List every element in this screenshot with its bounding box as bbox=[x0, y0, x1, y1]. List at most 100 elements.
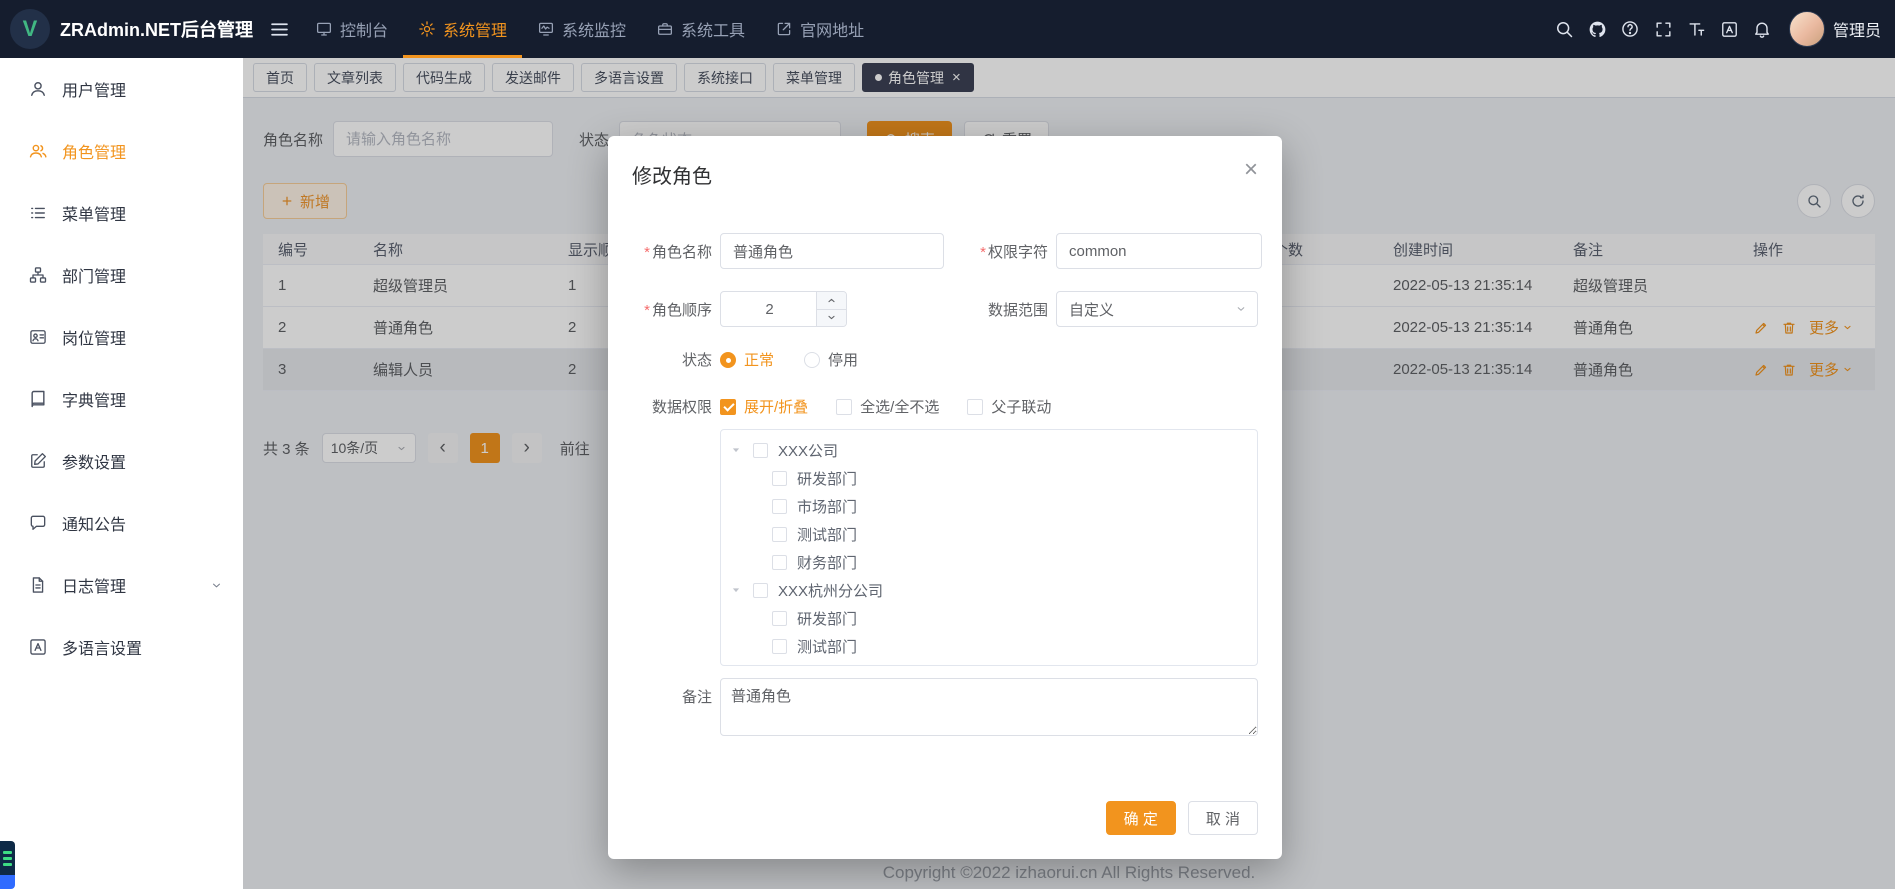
sidebar-item-log-manage[interactable]: 日志管理 bbox=[0, 554, 243, 616]
sidebar-item-dept-manage[interactable]: 部门管理 bbox=[0, 244, 243, 306]
sidebar-item-label: 字典管理 bbox=[62, 387, 126, 411]
step-down-button[interactable] bbox=[817, 310, 846, 327]
tree-node-child[interactable]: 研发部门 bbox=[721, 464, 1257, 492]
dialog-body: *角色名称 *权限字符 *角色顺序 2 数据范围 自定义 bbox=[608, 189, 1282, 736]
checkbox-expand-collapse[interactable]: 展开/折叠 bbox=[720, 396, 808, 417]
remark-textarea[interactable]: 普通角色 bbox=[720, 678, 1258, 736]
stepper-controls bbox=[816, 292, 846, 326]
tree-node-root[interactable]: XXX公司 bbox=[721, 436, 1257, 464]
language-square-icon bbox=[28, 637, 48, 657]
help-icon[interactable] bbox=[1614, 0, 1647, 58]
tree-checkbox[interactable] bbox=[772, 555, 787, 570]
sidebar: 用户管理 角色管理 菜单管理 部门管理 岗位管理 字典管理 参数设置 通知公告 … bbox=[0, 58, 243, 889]
nav-item-console[interactable]: 控制台 bbox=[300, 0, 403, 58]
role-sort-value: 2 bbox=[721, 292, 818, 326]
step-up-button[interactable] bbox=[817, 292, 846, 310]
sidebar-item-label: 多语言设置 bbox=[62, 635, 142, 659]
sidebar-item-label: 岗位管理 bbox=[62, 325, 126, 349]
sidebar-item-menu-manage[interactable]: 菜单管理 bbox=[0, 182, 243, 244]
language-icon[interactable] bbox=[1713, 0, 1746, 58]
cancel-button[interactable]: 取 消 bbox=[1188, 801, 1258, 835]
bell-icon[interactable] bbox=[1746, 0, 1779, 58]
tree-checkbox[interactable] bbox=[753, 583, 768, 598]
tree-checkbox[interactable] bbox=[772, 499, 787, 514]
radio-label: 正常 bbox=[744, 349, 774, 370]
user-name[interactable]: 管理员 bbox=[1833, 17, 1881, 41]
close-icon[interactable]: × bbox=[1244, 160, 1258, 180]
tree-node-label: XXX公司 bbox=[778, 440, 838, 461]
github-icon[interactable] bbox=[1581, 0, 1614, 58]
caret-down-icon[interactable] bbox=[729, 585, 743, 595]
tree-node-child[interactable]: 市场部门 bbox=[721, 492, 1257, 520]
checkbox-box bbox=[720, 399, 736, 415]
sidebar-item-post-manage[interactable]: 岗位管理 bbox=[0, 306, 243, 368]
checkbox-label: 父子联动 bbox=[991, 396, 1051, 417]
sidebar-item-dict-manage[interactable]: 字典管理 bbox=[0, 368, 243, 430]
sidebar-item-notice[interactable]: 通知公告 bbox=[0, 492, 243, 554]
sidebar-item-user-manage[interactable]: 用户管理 bbox=[0, 58, 243, 120]
tree-checkbox[interactable] bbox=[772, 639, 787, 654]
caret-down-icon[interactable] bbox=[729, 445, 743, 455]
tree-node-root[interactable]: XXX杭州分公司 bbox=[721, 576, 1257, 604]
nav-item-system-monitor[interactable]: 系统监控 bbox=[522, 0, 641, 58]
nav-label: 官网地址 bbox=[800, 17, 864, 41]
font-size-icon[interactable] bbox=[1680, 0, 1713, 58]
tree-checkbox[interactable] bbox=[772, 471, 787, 486]
org-tree-icon bbox=[28, 265, 48, 285]
role-key-field-label: *权限字符 bbox=[952, 241, 1048, 262]
role-name-field[interactable] bbox=[720, 233, 944, 269]
id-badge-icon bbox=[28, 327, 48, 347]
list-icon bbox=[28, 203, 48, 223]
app-title: ZRAdmin.NET后台管理 bbox=[60, 16, 253, 42]
roles-icon bbox=[28, 141, 48, 161]
gear-icon bbox=[418, 20, 436, 38]
tree-node-label: XXX杭州分公司 bbox=[778, 580, 883, 601]
tree-node-child[interactable]: 测试部门 bbox=[721, 632, 1257, 660]
nav-item-system-tools[interactable]: 系统工具 bbox=[641, 0, 760, 58]
tree-node-child[interactable]: 研发部门 bbox=[721, 604, 1257, 632]
sidebar-item-role-manage[interactable]: 角色管理 bbox=[0, 120, 243, 182]
radio-status-normal[interactable]: 正常 bbox=[720, 349, 774, 370]
dialog-header: 修改角色 × bbox=[608, 136, 1282, 189]
logo-letter: V bbox=[23, 16, 38, 42]
devtools-badge[interactable] bbox=[0, 841, 15, 889]
confirm-button[interactable]: 确 定 bbox=[1106, 801, 1176, 835]
checkbox-box bbox=[836, 399, 852, 415]
role-sort-field-label: *角色顺序 bbox=[628, 299, 712, 320]
sidebar-item-param-settings[interactable]: 参数设置 bbox=[0, 430, 243, 492]
devtools-blue-strip bbox=[0, 875, 15, 889]
brand: V ZRAdmin.NET后台管理 bbox=[0, 9, 253, 49]
checkbox-label: 展开/折叠 bbox=[744, 396, 808, 417]
tree-checkbox[interactable] bbox=[772, 611, 787, 626]
tree-node-child[interactable]: 财务部门 bbox=[721, 548, 1257, 576]
checkbox-select-all[interactable]: 全选/全不选 bbox=[836, 396, 939, 417]
hamburger-icon[interactable] bbox=[269, 19, 290, 40]
app-logo: V bbox=[10, 9, 50, 49]
nav-item-system-manage[interactable]: 系统管理 bbox=[403, 0, 522, 58]
nav-item-official-site[interactable]: 官网地址 bbox=[760, 0, 879, 58]
radio-dot bbox=[720, 352, 736, 368]
checkbox-box bbox=[967, 399, 983, 415]
nav-label: 系统工具 bbox=[681, 17, 745, 41]
data-perm-field-label: 数据权限 bbox=[628, 396, 712, 417]
avatar[interactable] bbox=[1789, 11, 1825, 47]
radio-status-disabled[interactable]: 停用 bbox=[804, 349, 858, 370]
status-field-label: 状态 bbox=[628, 349, 712, 370]
role-key-field[interactable] bbox=[1056, 233, 1262, 269]
tree-checkbox[interactable] bbox=[772, 527, 787, 542]
data-scope-value: 自定义 bbox=[1069, 299, 1114, 320]
fullscreen-icon[interactable] bbox=[1647, 0, 1680, 58]
remark-field-label: 备注 bbox=[628, 686, 712, 707]
sidebar-item-label: 参数设置 bbox=[62, 449, 126, 473]
search-icon[interactable] bbox=[1548, 0, 1581, 58]
role-sort-stepper[interactable]: 2 bbox=[720, 291, 847, 327]
required-asterisk: * bbox=[644, 244, 650, 261]
checkbox-parent-child-link[interactable]: 父子联动 bbox=[967, 396, 1051, 417]
external-link-icon bbox=[775, 20, 793, 38]
tree-checkbox[interactable] bbox=[753, 443, 768, 458]
data-scope-select[interactable]: 自定义 bbox=[1056, 291, 1258, 327]
sidebar-item-i18n-settings[interactable]: 多语言设置 bbox=[0, 616, 243, 678]
monitor-icon bbox=[537, 20, 555, 38]
tree-node-child[interactable]: 测试部门 bbox=[721, 520, 1257, 548]
nav-label: 控制台 bbox=[340, 17, 388, 41]
